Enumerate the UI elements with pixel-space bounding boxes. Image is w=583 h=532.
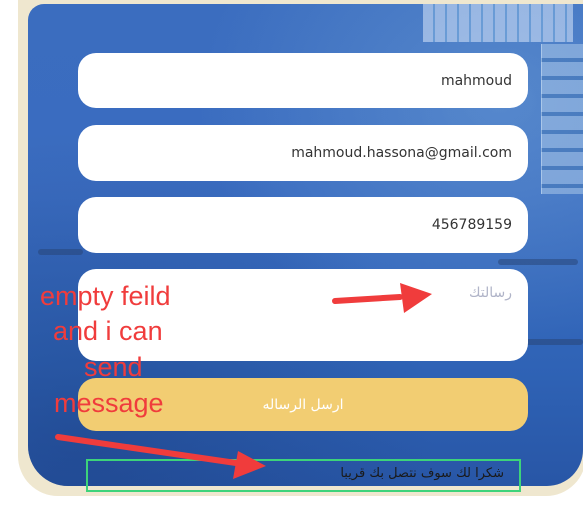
annotation-arrow-head [233, 451, 266, 479]
annotation-arrows [55, 283, 432, 479]
annotation-arrow-to-message [332, 294, 403, 304]
annotation-arrow-to-confirmation [55, 434, 239, 466]
annotation-arrow-head [400, 283, 432, 313]
